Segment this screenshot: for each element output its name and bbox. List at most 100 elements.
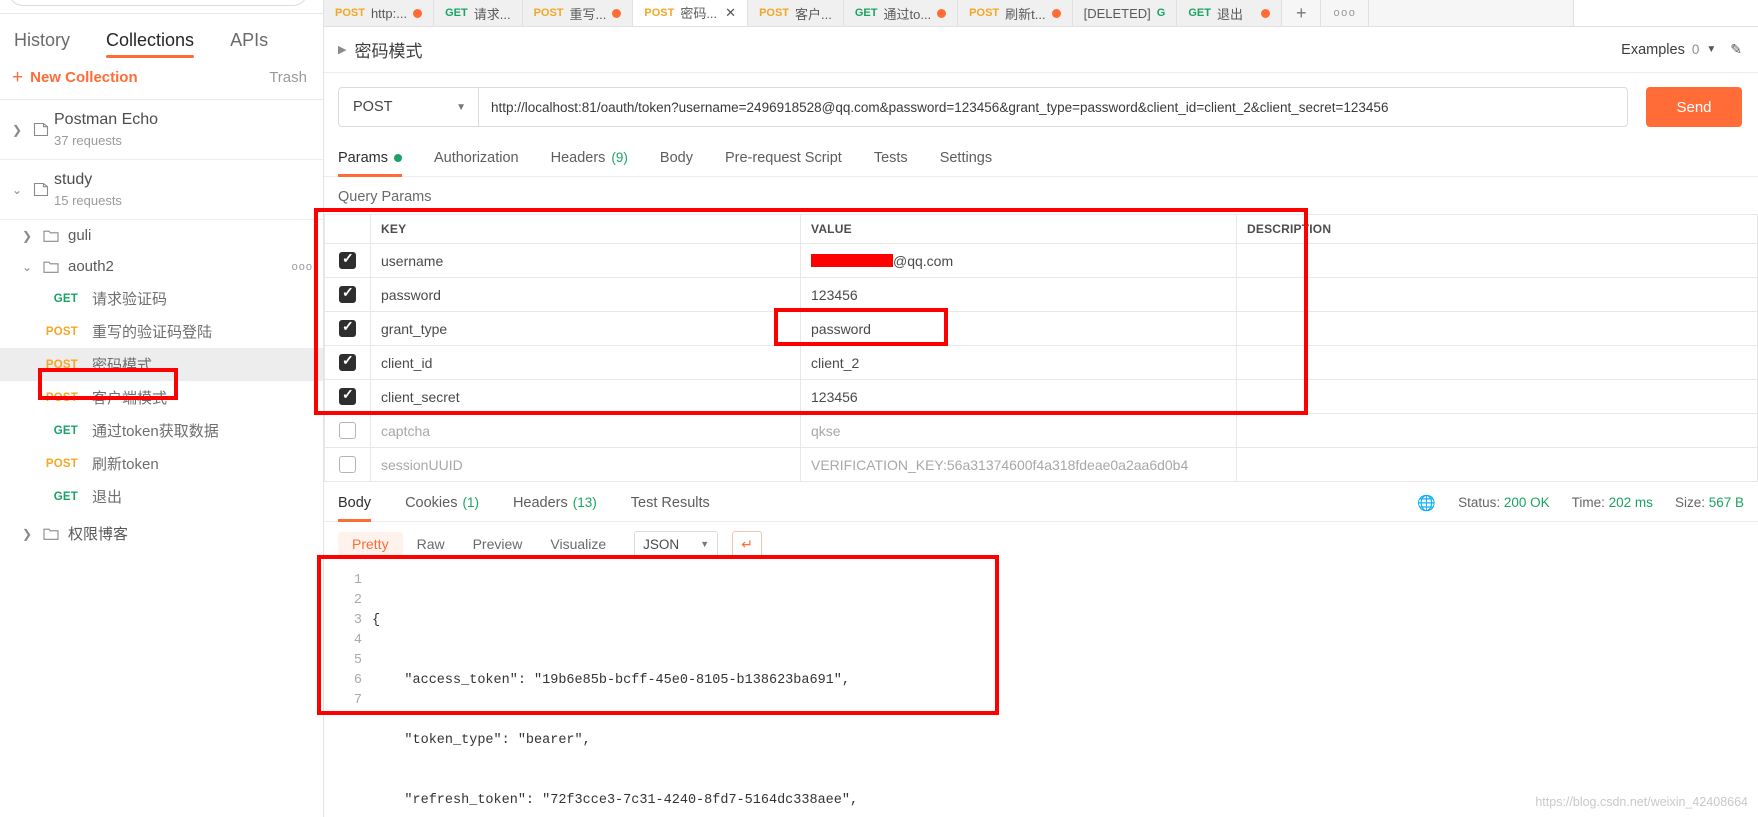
param-value[interactable]: client_2 [800, 345, 1237, 380]
param-key[interactable]: client_secret [370, 379, 801, 414]
response-tab-test-results[interactable]: Test Results [614, 484, 727, 522]
folder-row-guli[interactable]: ❯ guli [0, 220, 323, 251]
param-description[interactable] [1236, 277, 1758, 312]
view-tab-preview[interactable]: Preview [459, 532, 537, 556]
request-item-1[interactable]: POST 重写的验证码登陆 [0, 315, 323, 348]
request-tab-1[interactable]: GET 请求... [434, 0, 523, 26]
table-row[interactable]: captcha qkse [324, 413, 1758, 448]
row-checkbox-cell[interactable] [324, 243, 371, 278]
request-tab-4[interactable]: POST 客户... [748, 0, 844, 26]
param-value[interactable]: password [800, 311, 1237, 346]
close-icon[interactable]: ✕ [725, 5, 736, 21]
row-checkbox-cell[interactable] [324, 277, 371, 312]
collection-row-study[interactable]: ⌄ study 15 requests [0, 160, 323, 221]
row-checkbox-cell[interactable] [324, 311, 371, 346]
view-tab-pretty[interactable]: Pretty [338, 532, 403, 556]
request-tab-8[interactable]: GET 退出 [1177, 0, 1282, 26]
sidebar-tab-collections[interactable]: Collections [106, 30, 195, 58]
examples-dropdown[interactable]: Examples 0 ▼ [1621, 42, 1716, 58]
response-body-viewer[interactable]: 1 2 3 4 5 6 7 { "access_token": "19b6e85… [324, 565, 1758, 817]
row-checkbox-cell[interactable] [324, 413, 371, 448]
globe-icon[interactable]: 🌐 [1417, 494, 1436, 512]
collection-row-postman-echo[interactable]: ❯ Postman Echo 37 requests [0, 100, 323, 161]
param-description[interactable] [1236, 243, 1758, 278]
request-tab-0[interactable]: POST http:... [324, 0, 435, 26]
row-checkbox-cell[interactable] [324, 379, 371, 414]
chevron-right-icon[interactable]: ❯ [6, 123, 28, 137]
checkbox-checked-icon[interactable] [339, 352, 356, 372]
tab-settings[interactable]: Settings [924, 139, 1008, 177]
http-method-select[interactable]: POST ▼ [338, 87, 478, 127]
request-tab-2[interactable]: POST 重写... [522, 0, 634, 26]
url-input[interactable]: http://localhost:81/oauth/token?username… [478, 87, 1628, 127]
param-value[interactable]: 123456 [800, 379, 1237, 414]
checkbox-checked-icon[interactable] [339, 284, 356, 304]
param-key[interactable]: username [370, 243, 801, 278]
param-description[interactable] [1236, 311, 1758, 346]
table-row[interactable]: grant_type password [324, 311, 1758, 346]
sidebar-tab-history[interactable]: History [14, 30, 70, 58]
chevron-down-icon[interactable]: ⌄ [6, 183, 28, 197]
table-row[interactable]: username @qq.com [324, 243, 1758, 278]
param-description[interactable] [1236, 345, 1758, 380]
chevron-down-icon[interactable]: ⌄ [16, 260, 38, 274]
view-tab-visualize[interactable]: Visualize [536, 532, 620, 556]
search-input[interactable] [8, 0, 308, 6]
response-tab-cookies[interactable]: Cookies (1) [388, 484, 496, 522]
param-key[interactable]: client_id [370, 345, 801, 380]
folder-more-icon[interactable]: ooo [292, 261, 313, 273]
new-tab-button[interactable]: + [1282, 0, 1322, 26]
param-key[interactable]: password [370, 277, 801, 312]
table-row[interactable]: client_secret 123456 [324, 379, 1758, 414]
table-row[interactable]: password 123456 [324, 277, 1758, 312]
new-collection-button[interactable]: + New Collection [12, 68, 138, 87]
request-tab-3-active[interactable]: POST 密码... ✕ [633, 0, 749, 26]
param-key[interactable]: grant_type [370, 311, 801, 346]
folder-row-aouth2[interactable]: ⌄ aouth2 ooo [0, 251, 323, 282]
request-tab-7-deleted[interactable]: [DELETED] G [1072, 0, 1178, 26]
response-tab-body[interactable]: Body [338, 484, 388, 522]
response-tab-headers[interactable]: Headers (13) [496, 484, 614, 522]
request-tab-5[interactable]: GET 通过to... [843, 0, 959, 26]
checkbox-unchecked-icon[interactable] [339, 422, 356, 440]
table-row[interactable]: client_id client_2 [324, 345, 1758, 380]
param-value[interactable]: qkse [800, 413, 1237, 448]
param-description[interactable] [1236, 379, 1758, 414]
tab-tests[interactable]: Tests [858, 139, 924, 177]
request-item-2-selected[interactable]: POST 密码模式 [0, 348, 323, 382]
checkbox-checked-icon[interactable] [339, 250, 356, 270]
tab-params[interactable]: Params [338, 139, 418, 177]
tab-pre-request-script[interactable]: Pre-request Script [709, 139, 858, 177]
view-tab-raw[interactable]: Raw [403, 532, 459, 556]
environment-selector[interactable] [1573, 0, 1758, 26]
folder-row-quanxianboke[interactable]: ❯ 权限博客 [0, 513, 323, 551]
tab-more-button[interactable]: ooo [1321, 0, 1370, 26]
chevron-right-icon[interactable]: ▶ [338, 43, 346, 56]
comment-icon[interactable]: ✎ [1730, 41, 1742, 58]
row-checkbox-cell[interactable] [324, 345, 371, 380]
send-button[interactable]: Send [1646, 87, 1742, 127]
param-value[interactable]: VERIFICATION_KEY:56a31374600f4a318fdeae0… [800, 447, 1237, 482]
request-item-6[interactable]: GET 退出 [0, 480, 323, 513]
checkbox-checked-icon[interactable] [339, 386, 356, 406]
sidebar-tab-apis[interactable]: APIs [230, 30, 268, 58]
tab-authorization[interactable]: Authorization [418, 139, 535, 177]
request-tab-6[interactable]: POST 刷新t... [958, 0, 1073, 26]
tab-headers[interactable]: Headers (9) [535, 139, 644, 177]
tab-body[interactable]: Body [644, 139, 709, 177]
param-value[interactable]: 123456 [800, 277, 1237, 312]
response-format-select[interactable]: JSON ▼ [634, 531, 719, 557]
request-item-5[interactable]: POST 刷新token [0, 447, 323, 480]
chevron-right-icon[interactable]: ❯ [16, 229, 38, 243]
param-description[interactable] [1236, 447, 1758, 482]
table-row[interactable]: sessionUUID VERIFICATION_KEY:56a31374600… [324, 447, 1758, 482]
wrap-lines-button[interactable]: ↵ [732, 531, 763, 557]
row-checkbox-cell[interactable] [324, 447, 371, 482]
request-item-3[interactable]: POST 客户端模式 [0, 381, 323, 414]
param-value[interactable]: @qq.com [800, 243, 1237, 278]
param-key[interactable]: sessionUUID [370, 447, 801, 482]
request-item-4[interactable]: GET 通过token获取数据 [0, 414, 323, 447]
request-item-0[interactable]: GET 请求验证码 [0, 282, 323, 315]
chevron-right-icon[interactable]: ❯ [16, 527, 38, 541]
checkbox-checked-icon[interactable] [339, 318, 356, 338]
